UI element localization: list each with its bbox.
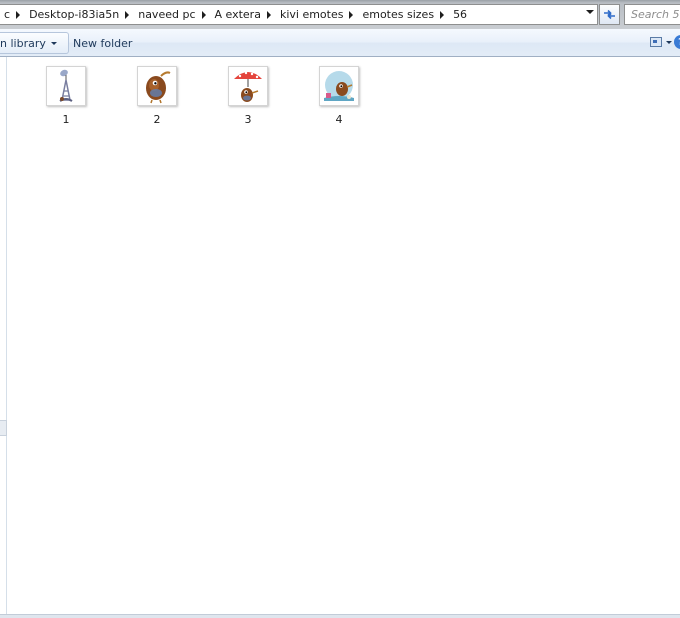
breadcrumb-item[interactable]: c (0, 5, 14, 24)
change-view-icon[interactable] (650, 37, 662, 47)
breadcrumb-item[interactable]: Desktop-i83ia5n (25, 5, 123, 24)
new-folder-button[interactable]: New folder (73, 32, 132, 54)
breadcrumb-separator-icon[interactable] (16, 10, 21, 19)
navigation-pane[interactable] (0, 57, 7, 615)
breadcrumb-separator-icon[interactable] (201, 10, 206, 19)
file-list-area[interactable]: 1 2 3 4 (8, 57, 680, 615)
file-item[interactable]: 3 (213, 66, 283, 126)
address-bar-strip: c Desktop-i83ia5n naveed pc A extera kiv… (0, 0, 680, 29)
kiwi-umbrella-icon (228, 66, 268, 106)
address-bar[interactable]: c Desktop-i83ia5n naveed pc A extera kiv… (0, 4, 598, 25)
file-name: 3 (244, 113, 252, 126)
include-in-library-label: n library (0, 36, 46, 50)
eiffel-tower-lamp-icon (46, 66, 86, 106)
breadcrumb-item[interactable]: kivi emotes (276, 5, 348, 24)
breadcrumb-separator-icon[interactable] (266, 10, 271, 19)
help-icon[interactable]: ? (674, 35, 680, 49)
kiwi-bubble-icon (319, 66, 359, 106)
navigation-pane-resize-handle[interactable] (0, 420, 7, 436)
view-options-chevron-icon[interactable] (666, 41, 672, 44)
breadcrumb-item[interactable]: emotes sizes (358, 5, 438, 24)
details-pane-border (0, 614, 680, 618)
refresh-button[interactable] (599, 4, 620, 25)
breadcrumb-item[interactable]: naveed pc (134, 5, 199, 24)
file-item[interactable]: 1 (31, 66, 101, 126)
file-item[interactable]: 4 (304, 66, 374, 126)
search-placeholder: Search 56 (631, 8, 680, 21)
file-name: 1 (62, 113, 70, 126)
search-input[interactable]: Search 56 (624, 4, 680, 25)
kiwi-bird-icon (137, 66, 177, 106)
breadcrumb-separator-icon[interactable] (440, 10, 445, 19)
refresh-icon (604, 9, 615, 20)
breadcrumb-item-current[interactable]: 56 (449, 5, 471, 24)
file-name: 2 (153, 113, 161, 126)
include-in-library-button[interactable]: n library (0, 32, 69, 54)
breadcrumb-separator-icon[interactable] (349, 10, 354, 19)
breadcrumb-separator-icon[interactable] (125, 10, 130, 19)
file-item[interactable]: 2 (122, 66, 192, 126)
command-bar: n library New folder ? (0, 29, 680, 57)
file-name: 4 (335, 113, 343, 126)
new-folder-label: New folder (73, 36, 133, 50)
chevron-down-icon (50, 41, 57, 45)
address-history-dropdown-icon[interactable] (586, 10, 594, 14)
breadcrumb-item[interactable]: A extera (211, 5, 265, 24)
